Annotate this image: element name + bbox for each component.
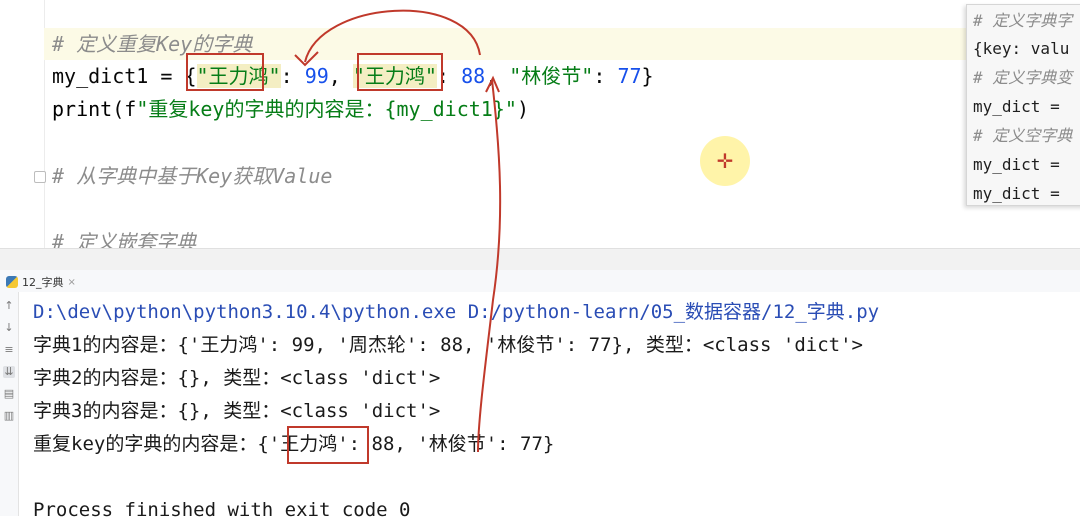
console-command-line: D:\dev\python\python3.10.4\python.exe D:… — [33, 300, 879, 324]
python-exe-path[interactable]: D:\dev\python\python3.10.4\python.exe — [33, 301, 456, 323]
run-tab-bar: 12_字典 × — [0, 270, 1080, 293]
dict-comma-2: , — [485, 64, 510, 88]
dict-key-3: "林俊节" — [509, 64, 594, 88]
python-file-icon — [6, 276, 18, 288]
soft-wrap-icon[interactable]: ≡ — [3, 344, 15, 356]
dict-close: } — [641, 64, 654, 88]
dict-assignment-line[interactable]: my_dict1 = {"王力鸿": 99, "王力鸿": 88, "林俊节":… — [52, 64, 654, 88]
console-toolbar: ↑ ↓ ≡ ⇊ ▤ ▥ — [0, 292, 19, 516]
annotation-box-key-1 — [186, 53, 264, 91]
comment-get-value: # 从字典中基于Key获取Value — [52, 164, 333, 188]
arrow-down-icon[interactable]: ↓ — [3, 322, 15, 334]
popup-line: # 定义字典变 — [973, 68, 1073, 87]
popup-line: # 定义空字典 — [973, 126, 1073, 145]
dict-value-3: 77 — [617, 64, 642, 88]
console-output-line: 字典1的内容是：{'王力鸿': 99, '周杰轮': 88, '林俊节': 77… — [33, 334, 863, 356]
popup-line: my_dict = — [973, 97, 1070, 116]
dict-value-1: 99 — [304, 64, 329, 88]
crosshair-icon: ✛ — [716, 149, 734, 173]
popup-line: {key: valu — [973, 39, 1070, 58]
print-line[interactable]: print(f"重复key的字典的内容是：{my_dict1}") — [52, 97, 529, 121]
print-fstring: "重复key的字典的内容是：{my_dict1}" — [136, 97, 517, 121]
console-output-line: 字典3的内容是：{}, 类型：<class 'dict'> — [33, 400, 441, 422]
mouse-cursor-highlight: ✛ — [700, 136, 750, 186]
close-icon[interactable]: × — [68, 277, 76, 288]
annotation-box-key-2 — [357, 53, 443, 91]
code-editor[interactable]: # 定义重复Key的字典 my_dict1 = {"王力鸿": 99, "王力鸿… — [0, 0, 1080, 248]
console-output-line: 字典2的内容是：{}, 类型：<class 'dict'> — [33, 367, 441, 389]
fold-marker-icon[interactable] — [34, 171, 46, 183]
print-open: (f — [112, 97, 137, 121]
popup-line: # 定义字典字 — [973, 11, 1073, 30]
comment-nested-dict: # 定义嵌套字典 — [52, 230, 197, 248]
dict-colon-3: : — [593, 64, 618, 88]
panel-divider[interactable] — [0, 248, 1080, 271]
dict-prefix: my_dict1 = { — [52, 64, 197, 88]
dict-comma-1: , — [328, 64, 353, 88]
run-console[interactable]: D:\dev\python\python3.10.4\python.exe D:… — [19, 292, 1080, 521]
scroll-to-end-icon[interactable]: ⇊ — [3, 366, 15, 378]
print-close: ) — [516, 97, 529, 121]
popup-line: my_dict = — [973, 184, 1070, 203]
arrow-up-icon[interactable]: ↑ — [3, 300, 15, 312]
trash-icon[interactable]: ▥ — [3, 410, 15, 422]
run-tab[interactable]: 12_字典 × — [6, 273, 76, 291]
print-function: print — [52, 97, 113, 121]
popup-line: my_dict = — [973, 155, 1070, 174]
annotation-box-output-key — [287, 426, 369, 464]
console-exit-line: Process finished with exit code 0 — [33, 499, 411, 521]
print-icon[interactable]: ▤ — [3, 388, 15, 400]
script-path-link[interactable]: D:/python-learn/05_数据容器/12_字典.py — [468, 301, 879, 323]
code-completion-popup[interactable]: # 定义字典字 {key: valu # 定义字典变 my_dict = # 定… — [966, 4, 1080, 206]
dict-colon-1: : — [280, 64, 305, 88]
dict-value-2: 88 — [461, 64, 486, 88]
editor-gutter — [0, 0, 45, 248]
run-tab-label: 12_字典 — [22, 276, 64, 289]
